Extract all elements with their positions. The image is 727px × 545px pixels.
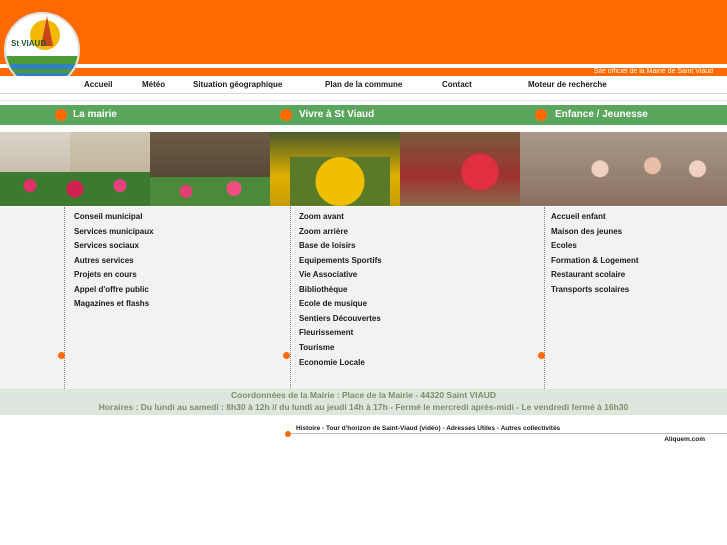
bullet-icon xyxy=(283,352,290,359)
link-services-sociaux[interactable]: Services sociaux xyxy=(74,241,139,251)
link-ecoles[interactable]: Ecoles xyxy=(551,241,577,251)
link-equipements[interactable]: Equipements Sportifs xyxy=(299,256,382,266)
link-formation[interactable]: Formation & Logement xyxy=(551,256,639,266)
column-divider xyxy=(544,207,545,389)
link-conseil-municipal[interactable]: Conseil municipal xyxy=(74,212,142,222)
link-vie-associative[interactable]: Vie Associative xyxy=(299,270,357,280)
header-banner xyxy=(0,0,727,64)
link-economie[interactable]: Economie Locale xyxy=(299,358,365,368)
menu-meteo[interactable]: Météo xyxy=(142,80,165,89)
link-transports[interactable]: Transports scolaires xyxy=(551,285,629,295)
menu-accueil[interactable]: Accueil xyxy=(84,80,112,89)
contact-hours: Horaires : Du lundi au samedi : 8h30 à 1… xyxy=(98,402,629,412)
link-bibliotheque[interactable]: Bibliothèque xyxy=(299,285,347,295)
footer-link-video[interactable]: Tour d'horizon de Saint-Viaud (vidéo) xyxy=(326,425,441,432)
section-mairie[interactable]: La mairie xyxy=(0,105,250,125)
bullet-icon xyxy=(285,431,291,437)
section-label: Vivre à St Viaud xyxy=(299,109,375,120)
link-zoom-avant[interactable]: Zoom avant xyxy=(299,212,344,222)
divider xyxy=(0,100,727,101)
footer-link-histoire[interactable]: Histoire xyxy=(296,425,320,432)
bullet-icon xyxy=(58,352,65,359)
bullet-icon xyxy=(280,109,292,121)
logo-text: St VIAUD xyxy=(11,39,47,48)
official-site-text: Site officiel de la Mairie de Saint Viau… xyxy=(593,68,713,75)
bullet-icon xyxy=(538,352,545,359)
link-appel-offre[interactable]: Appel d'offre public xyxy=(74,285,149,295)
footer-links: Histoire - Tour d'horizon de Saint-Viaud… xyxy=(296,425,560,432)
menu-search[interactable]: Moteur de recherche xyxy=(528,80,607,89)
divider xyxy=(0,93,727,94)
footer-link-adresses[interactable]: Adresses Utiles xyxy=(446,425,495,432)
column-divider xyxy=(290,207,291,389)
link-columns: Conseil municipal Services municipaux Se… xyxy=(0,207,727,389)
menu-situation[interactable]: Situation géographique xyxy=(193,80,282,89)
link-base-loisirs[interactable]: Base de loisirs xyxy=(299,241,355,251)
menu-plan[interactable]: Plan de la commune xyxy=(325,80,402,89)
link-maison-jeunes[interactable]: Maison des jeunes xyxy=(551,227,622,237)
footer-divider xyxy=(289,433,727,434)
link-projets[interactable]: Projets en cours xyxy=(74,270,137,280)
column-divider xyxy=(64,207,65,389)
menu-contact[interactable]: Contact xyxy=(442,80,472,89)
link-sentiers[interactable]: Sentiers Découvertes xyxy=(299,314,381,324)
footer-credit[interactable]: Aliquem.com xyxy=(664,436,705,443)
logo-wave-icon xyxy=(10,64,76,69)
link-ecole-musique[interactable]: Ecole de musique xyxy=(299,299,367,309)
top-menu: Accueil Météo Situation géographique Pla… xyxy=(0,76,727,94)
link-services-municipaux[interactable]: Services municipaux xyxy=(74,227,154,237)
section-label: Enfance / Jeunesse xyxy=(555,109,648,120)
contact-band: Coordonnées de la Mairie : Place de la M… xyxy=(0,389,727,415)
section-label: La mairie xyxy=(73,109,117,120)
link-restaurant[interactable]: Restaurant scolaire xyxy=(551,270,625,280)
bullet-icon xyxy=(535,109,547,121)
link-autres-services[interactable]: Autres services xyxy=(74,256,134,266)
link-accueil-enfant[interactable]: Accueil enfant xyxy=(551,212,606,222)
link-magazines[interactable]: Magazines et flashs xyxy=(74,299,149,309)
section-vivre[interactable]: Vivre à St Viaud xyxy=(250,105,530,125)
footer-link-collectivites[interactable]: Autres collectivités xyxy=(501,425,561,432)
photo-banner xyxy=(0,132,727,206)
link-zoom-arriere[interactable]: Zoom arrière xyxy=(299,227,348,237)
bullet-icon xyxy=(55,109,67,121)
link-tourisme[interactable]: Tourisme xyxy=(299,343,334,353)
contact-address: Coordonnées de la Mairie : Place de la M… xyxy=(230,390,496,400)
section-bar: La mairie Vivre à St Viaud Enfance / Jeu… xyxy=(0,105,727,125)
section-enfance[interactable]: Enfance / Jeunesse xyxy=(530,105,727,125)
link-fleurissement[interactable]: Fleurissement xyxy=(299,328,353,338)
